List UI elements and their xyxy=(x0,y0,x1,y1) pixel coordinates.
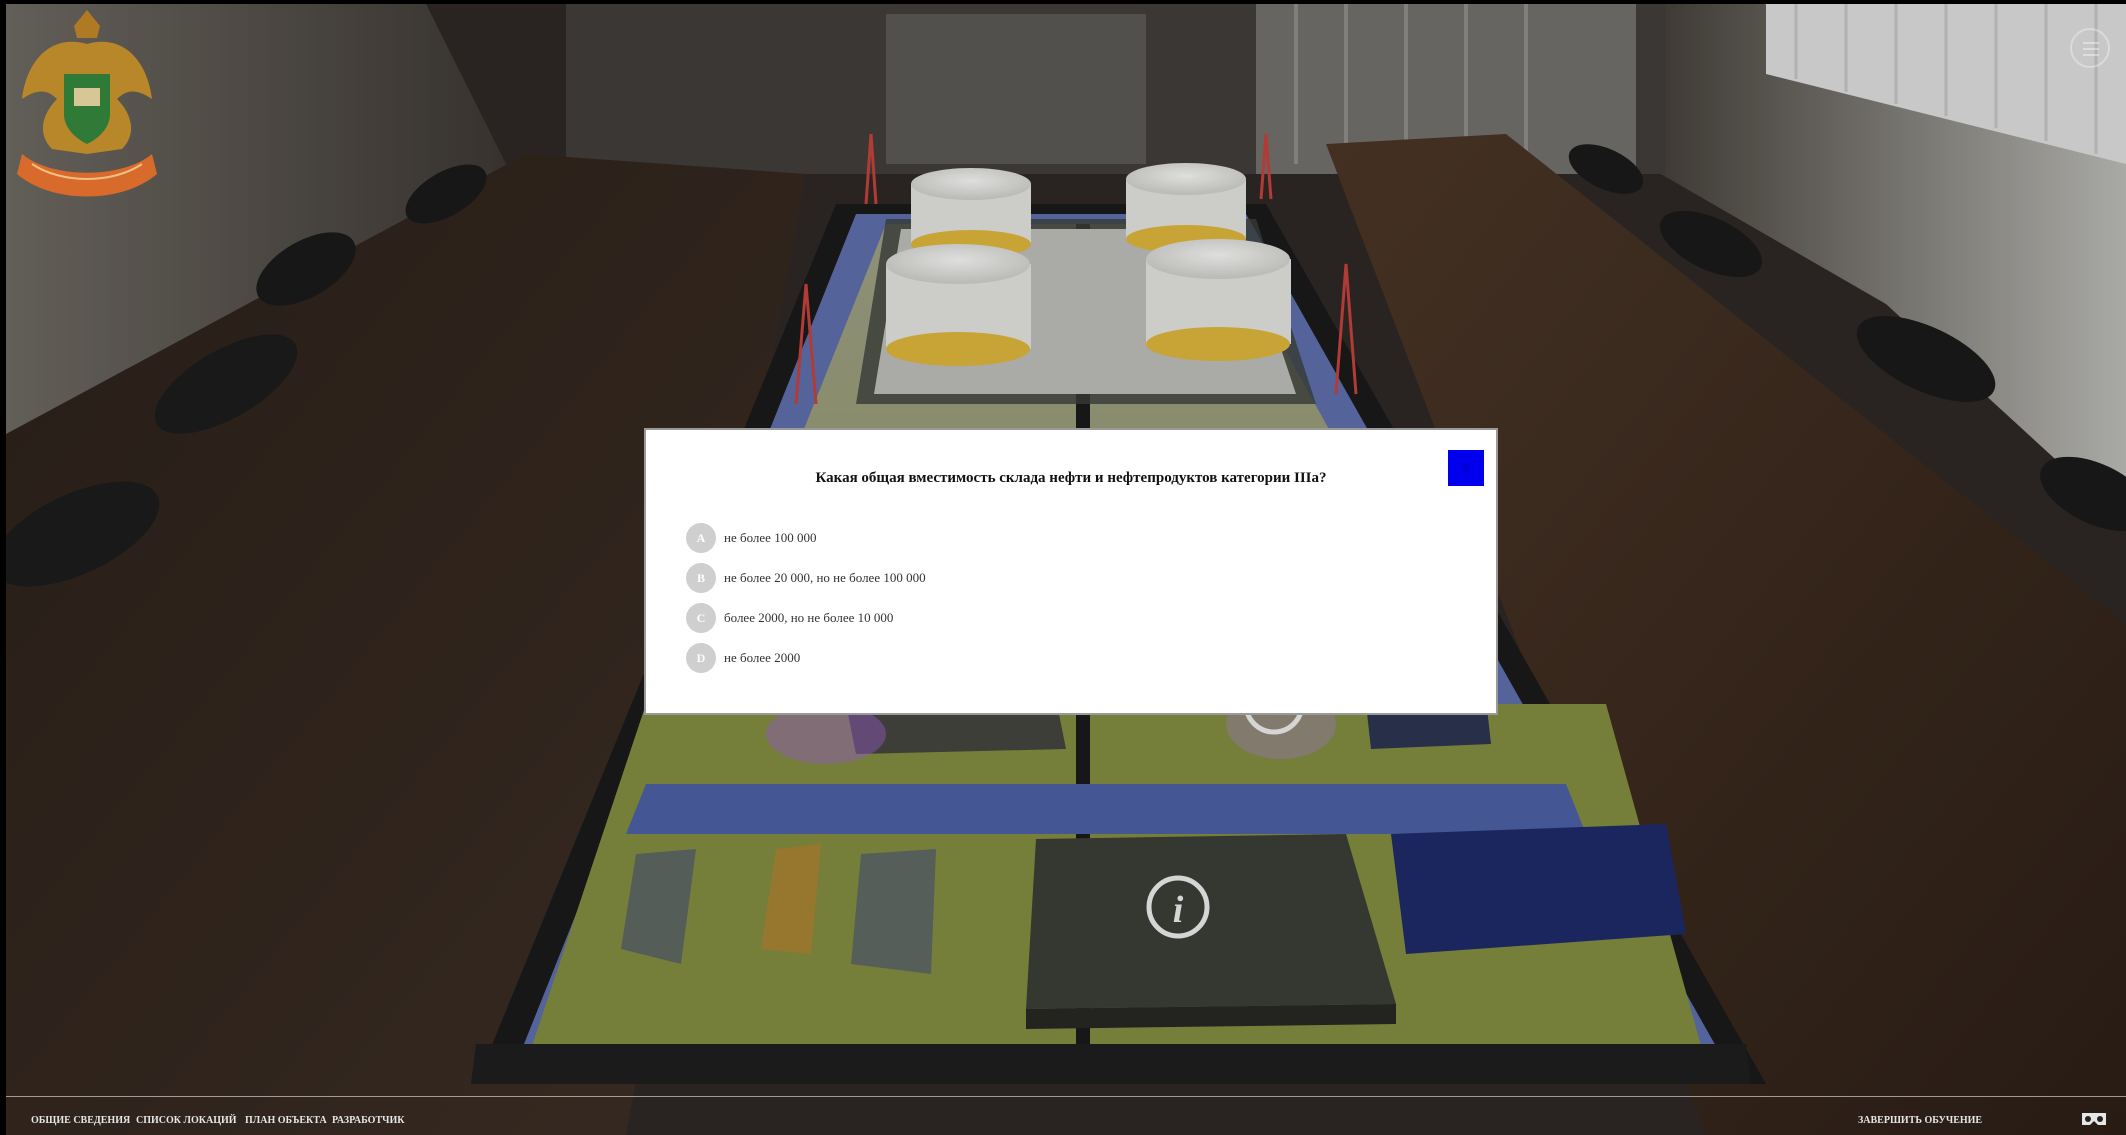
answer-letter: C xyxy=(686,603,716,633)
nav-object-plan[interactable]: ПЛАН ОБЪЕКТА xyxy=(245,1115,327,1126)
answer-text: не более 100 000 xyxy=(724,530,817,545)
hamburger-icon[interactable] xyxy=(2070,28,2110,68)
quiz-dialog: Какая общая вместимость склада нефти и н… xyxy=(644,428,1498,715)
answer-text: не более 20 000, но не более 100 000 xyxy=(724,570,926,585)
answer-option-a[interactable]: A не более 100 000 xyxy=(686,522,816,554)
answer-option-d[interactable]: D не более 2000 xyxy=(686,642,800,674)
answer-letter: A xyxy=(686,523,716,553)
quiz-question: Какая общая вместимость склада нефти и н… xyxy=(815,470,1327,486)
answer-option-c[interactable]: C более 2000, но не более 10 000 xyxy=(686,602,893,634)
nav-developer[interactable]: РАЗРАБОТЧИК xyxy=(332,1115,405,1126)
answer-letter: B xyxy=(686,563,716,593)
answer-text: не более 2000 xyxy=(724,650,801,665)
answer-text: более 2000, но не более 10 000 xyxy=(724,610,894,625)
nav-locations-list[interactable]: СПИСОК ЛОКАЦИЙ xyxy=(136,1115,237,1126)
menu-bar xyxy=(2083,42,2099,44)
vr-headset-icon[interactable] xyxy=(2080,1111,2108,1129)
answer-letter: D xyxy=(686,643,716,673)
panorama-viewer[interactable]: i Какая общая вместимость склада нефти и… xyxy=(6,4,2126,1135)
emergency-ministry-emblem-logo xyxy=(12,4,162,214)
menu-bar xyxy=(2083,54,2099,56)
close-icon: x xyxy=(1462,459,1470,476)
nav-general-info[interactable]: ОБЩИЕ СВЕДЕНИЯ xyxy=(31,1115,130,1126)
menu-bar xyxy=(2083,48,2099,50)
answer-option-b[interactable]: B не более 20 000, но не более 100 000 xyxy=(686,562,926,594)
finish-training-button[interactable]: ЗАВЕРШИТЬ ОБУЧЕНИЕ xyxy=(1858,1115,1982,1126)
close-button[interactable]: x xyxy=(1448,450,1484,486)
bottom-nav-bar: ОБЩИЕ СВЕДЕНИЯ СПИСОК ЛОКАЦИЙ ПЛАН ОБЪЕК… xyxy=(6,1096,2126,1135)
